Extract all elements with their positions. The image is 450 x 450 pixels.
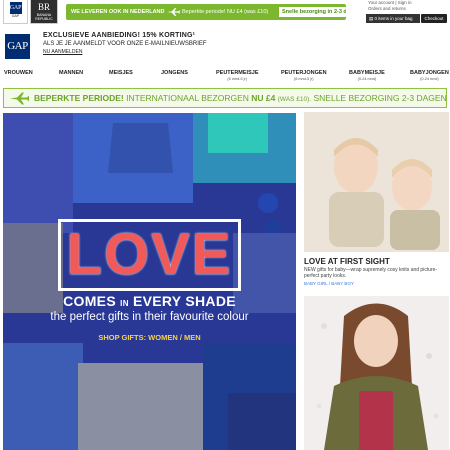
banner-mid: INTERNATIONAAL BEZORGEN [126, 93, 249, 103]
gap-logo[interactable]: GAP [5, 34, 30, 59]
nav-item-vrouwen[interactable]: VROUWEN [4, 70, 33, 77]
nav-item-meisjes[interactable]: MEISJES [109, 70, 133, 77]
hero-subline: the perfect gifts in their favourite col… [50, 311, 249, 323]
hero-shop-link[interactable]: SHOP GIFTS: WOMEN / MEN [3, 333, 296, 342]
nav-label: PEUTERMEISJE [216, 70, 259, 76]
nav-label: PEUTERJONGEN [281, 70, 327, 76]
promo-title[interactable]: LOVE AT FIRST SIGHT [304, 257, 390, 266]
hero-headline: LOVE [3, 219, 296, 291]
nav-sublabel: (0-24 mnd) [420, 77, 439, 81]
checkout-button[interactable]: Checkout [421, 14, 447, 23]
hero-line1: COMES IN EVERY SHADE [3, 293, 296, 309]
baby-photo [304, 112, 449, 252]
shipping-banner-text: BEPERKTE PERIODE! INTERNATIONAAL BEZORGE… [34, 89, 447, 109]
gap-tab-logo: GAP [9, 2, 22, 14]
hero-line1-in: IN [120, 299, 129, 308]
shipping-nl-text: WE LEVEREN OOK IN NEDERLAND [71, 9, 165, 15]
hero-line1-a: COMES [63, 293, 116, 309]
nav-label: BABYJONGEN [410, 70, 449, 76]
nav-sublabel: (6 mnd-5 jr) [227, 77, 248, 81]
promo-link[interactable]: BABY GIRL / BABY BOY [304, 281, 354, 286]
nav-item-jongens[interactable]: JONGENS [161, 70, 188, 77]
hero-line1-b: EVERY SHADE [132, 293, 236, 309]
hero-headline-text: LOVE [57, 219, 242, 291]
banner-lead: BEPERKTE PERIODE! [34, 93, 124, 103]
shipping-promo-bar[interactable]: WE LEVEREN OOK IN NEDERLAND Beperkte per… [66, 4, 346, 20]
nav-label: MANNEN [59, 70, 84, 76]
nav-label: BABYMEISJE [349, 70, 385, 76]
brand-strip: GAP GAP BR BANANA REPUBLIC WE LEVEREN OO… [0, 0, 450, 24]
main-nav: VROUWEN MANNEN MEISJES JONGENS PEUTERMEI… [0, 70, 450, 86]
banner-tail: SNELLE BEZORGING 2-3 DAGEN [313, 93, 447, 103]
plane-icon [10, 92, 29, 105]
br-tab-caption: BANANA REPUBLIC [35, 13, 53, 21]
nav-label: MEISJES [109, 70, 133, 76]
nav-item-babyjongen[interactable]: BABYJONGEN (0-24 mnd) [410, 70, 449, 82]
shipping-banner[interactable]: BEPERKTE PERIODE! INTERNATIONAAL BEZORGE… [3, 88, 447, 108]
gap-brand-tab[interactable]: GAP GAP [3, 0, 28, 24]
girl-photo [304, 296, 449, 450]
banner-was: (WAS £10). [277, 96, 312, 103]
cart-summary[interactable]: ▤ 0 items in your bag [366, 14, 420, 23]
banner-price: NU £4 [251, 93, 276, 103]
nav-item-peuterjongen[interactable]: PEUTERJONGEN (6 mnd-5 jr) [281, 70, 327, 82]
gap-tab-caption: GAP [11, 14, 20, 18]
account-links[interactable]: Your account | Sign in Orders and return… [368, 0, 412, 12]
cart-icon: ▤ [369, 16, 374, 21]
girl-promo-image[interactable] [304, 296, 449, 450]
nav-item-mannen[interactable]: MANNEN [59, 70, 83, 77]
offer-subtitle: ALS JE JE AANMELDT VOOR ONZE E-MAILNIEUW… [43, 41, 207, 47]
newsletter-signup-link[interactable]: NU AANMELDEN [43, 49, 82, 55]
nav-item-babymeisje[interactable]: BABYMEISJE (0-24 mnd) [349, 70, 385, 82]
baby-promo-image[interactable] [304, 112, 449, 252]
br-tab-logo: BR [37, 2, 50, 12]
cart-label: 0 items in your bag [374, 16, 413, 21]
plane-icon [167, 8, 180, 16]
nav-label: JONGENS [161, 70, 188, 76]
banana-republic-brand-tab[interactable]: BR BANANA REPUBLIC [30, 0, 58, 24]
orders-returns-link[interactable]: Orders and returns [368, 6, 412, 12]
nav-sublabel: (6 mnd-5 jr) [293, 77, 314, 81]
nav-sublabel: (0-24 mnd) [357, 77, 377, 81]
shipping-offer-text: Beperkte periode! NU £4 (was £10) [182, 9, 269, 15]
nav-item-peutermeisje[interactable]: PEUTERMEISJE (6 mnd-5 jr) [216, 70, 258, 82]
offer-title: EXCLUSIEVE AANBIEDING! 15% KORTING¹ [43, 32, 196, 39]
nav-label: VROUWEN [4, 70, 33, 76]
hero-banner[interactable]: LOVE COMES IN EVERY SHADE the perfect gi… [3, 113, 296, 450]
promo-description: NEW gifts for baby—wrap supremely cosy k… [304, 267, 438, 279]
shipping-fast-badge: Snelle bezorging in 2-3 dagen [279, 7, 346, 17]
